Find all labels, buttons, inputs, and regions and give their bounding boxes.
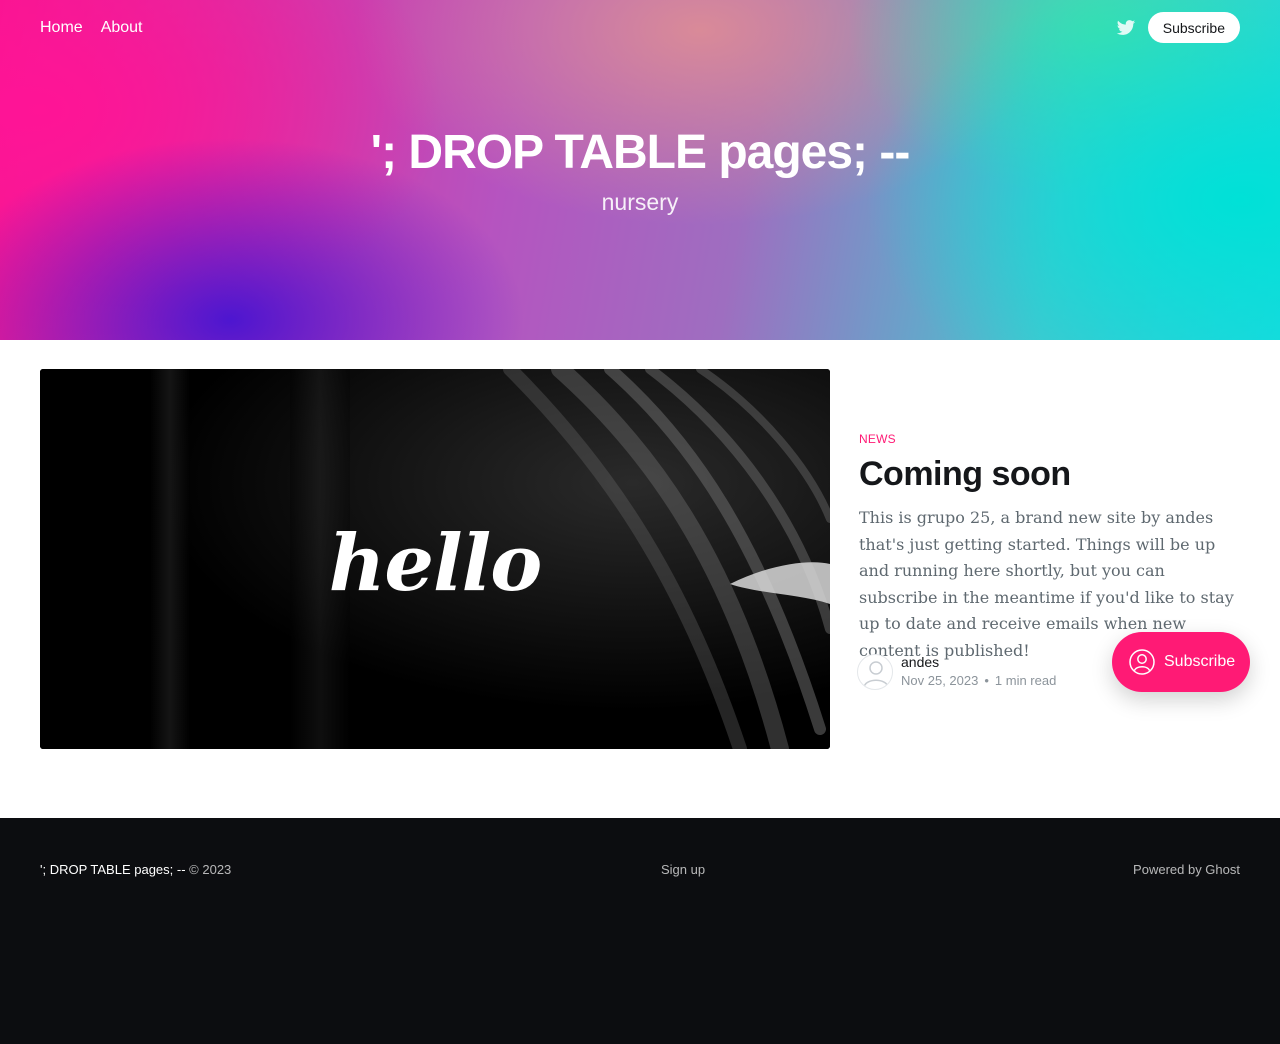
- author-name[interactable]: andes: [901, 654, 939, 670]
- nav-home-link[interactable]: Home: [40, 16, 83, 40]
- header-subscribe-button[interactable]: Subscribe: [1147, 12, 1240, 43]
- meta-separator: •: [984, 673, 989, 688]
- footer-year: © 2023: [189, 862, 232, 877]
- post-meta: Nov 25, 2023 • 1 min read: [901, 673, 1056, 688]
- portal-subscribe-label: Subscribe: [1164, 653, 1236, 670]
- footer-signup-link[interactable]: Sign up: [661, 862, 705, 877]
- footer-site-link[interactable]: '; DROP TABLE pages; --: [40, 862, 186, 877]
- post-tag[interactable]: News: [859, 432, 896, 446]
- feature-post-image[interactable]: hello: [40, 369, 830, 749]
- post-date: Nov 25, 2023: [901, 673, 979, 688]
- footer-copyright: '; DROP TABLE pages; -- © 2023: [40, 862, 231, 877]
- nav-about-link[interactable]: About: [101, 16, 143, 40]
- site-footer: '; DROP TABLE pages; -- © 2023 Sign up P…: [0, 818, 1280, 1044]
- feature-image-text: hello: [328, 517, 543, 609]
- user-avatar-icon: [863, 661, 889, 688]
- twitter-icon[interactable]: [1116, 18, 1136, 38]
- author-avatar[interactable]: [857, 654, 893, 690]
- site-header: Home About Subscribe '; DROP TABLE pages…: [0, 0, 1280, 340]
- header-actions: Subscribe: [1116, 12, 1240, 43]
- site-description: nursery: [601, 189, 679, 215]
- footer-powered-by-link[interactable]: Powered by Ghost: [1133, 862, 1240, 877]
- site-title: '; DROP TABLE pages; --: [370, 126, 911, 179]
- main-nav: Home About: [40, 16, 143, 40]
- user-circle-icon: [1129, 649, 1155, 675]
- post-title[interactable]: Coming soon: [859, 452, 1071, 496]
- portal-subscribe-button[interactable]: Subscribe: [1112, 632, 1250, 692]
- reading-time: 1 min read: [994, 673, 1057, 688]
